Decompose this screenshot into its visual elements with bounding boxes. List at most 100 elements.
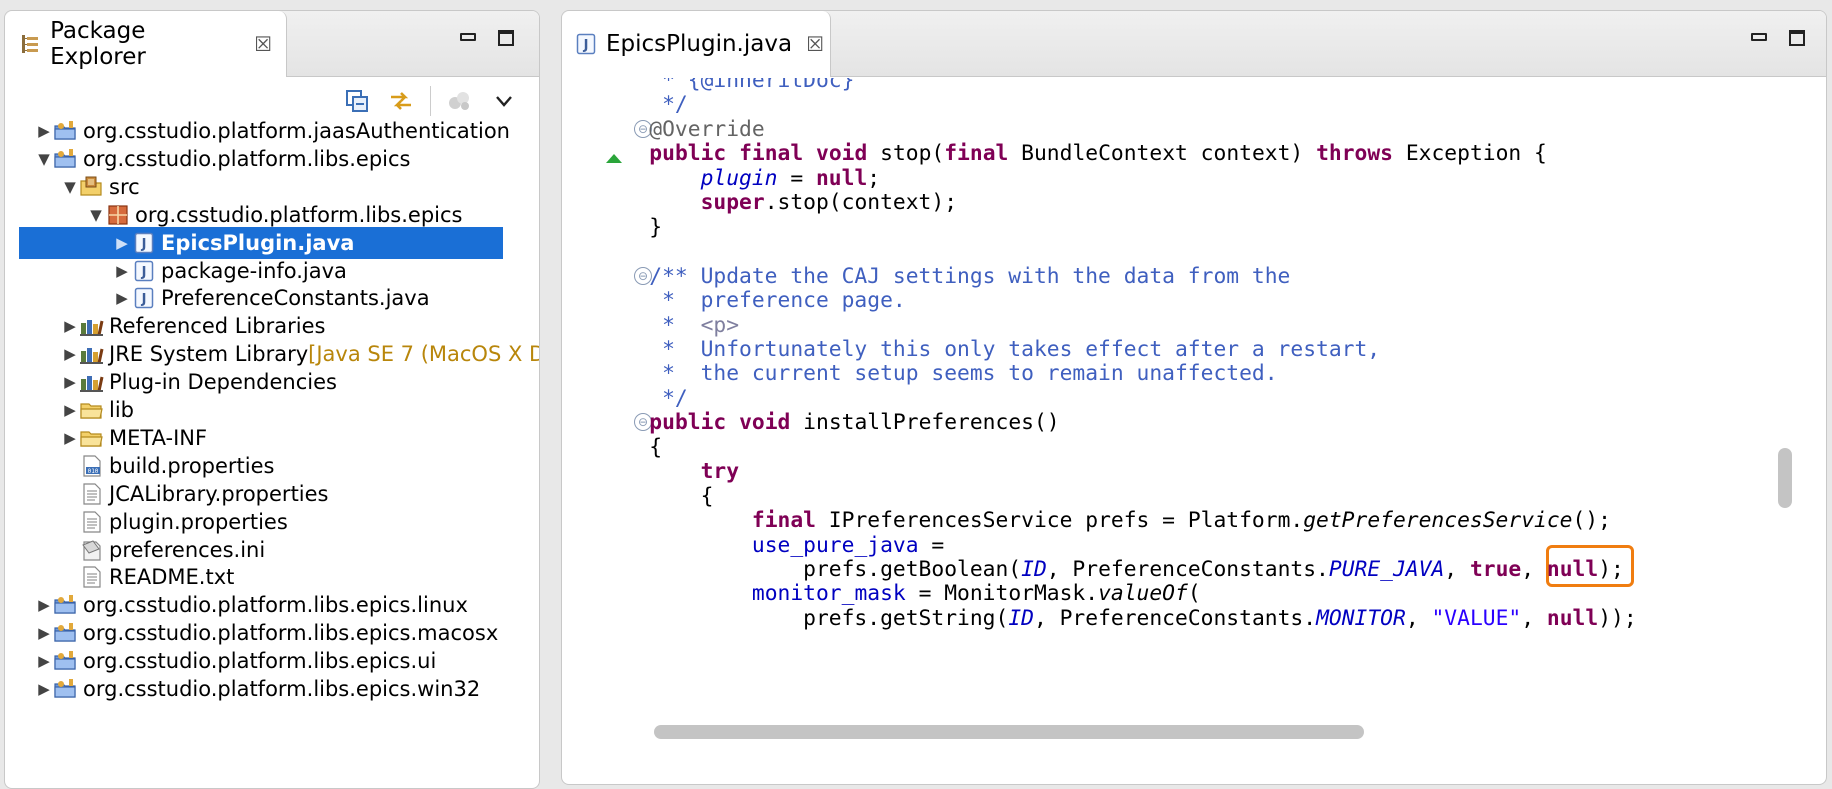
text-file-icon — [79, 510, 105, 534]
expand-arrow-icon[interactable]: ▶ — [35, 652, 53, 670]
svg-text:J: J — [141, 265, 147, 280]
code-token: Exception { — [1393, 141, 1547, 167]
code-token: * Unfortunately this only takes effect a… — [598, 336, 1381, 362]
tree-item-label: package-info.java — [161, 258, 347, 283]
code-token: /** Update the CAJ settings with the dat… — [598, 263, 1291, 289]
tree-item-label: org.csstudio.platform.libs.epics.ui — [83, 649, 437, 674]
code-token: , — [1444, 557, 1470, 582]
focus-active-task-icon[interactable] — [445, 86, 475, 116]
code-token: , PreferenceConstants. — [1046, 557, 1329, 582]
tree-item-label: EpicsPlugin.java — [161, 230, 355, 255]
expand-arrow-icon[interactable]: ▶ — [35, 122, 53, 140]
minimize-icon[interactable] — [457, 27, 479, 49]
tree-item-label: lib — [109, 398, 134, 422]
code-token: null — [1546, 557, 1599, 582]
expand-arrow-icon[interactable]: ▶ — [61, 401, 79, 419]
code-token: void — [739, 410, 791, 436]
expand-arrow-icon[interactable]: ▶ — [113, 262, 131, 280]
explorer-window-controls — [457, 27, 517, 49]
code-token: throws — [1316, 141, 1394, 167]
plugin-project-icon — [53, 649, 79, 673]
code-token: = — [777, 165, 816, 191]
tree-item-label: JRE System Library — [109, 342, 309, 367]
code-token: null — [1546, 605, 1599, 631]
tree-item-label: META-INF — [109, 425, 208, 450]
explorer-header: Package Explorer ☒ — [5, 11, 539, 77]
code-token: } — [598, 214, 663, 240]
maximize-icon[interactable] — [1786, 27, 1808, 49]
java-file-icon: J — [131, 259, 157, 283]
code-token: try — [700, 459, 740, 485]
expand-arrow-icon[interactable]: ▶ — [61, 345, 79, 363]
tree-item-label: Plug-in Dependencies — [109, 370, 337, 395]
svg-text:J: J — [141, 292, 147, 307]
close-icon[interactable]: ☒ — [254, 32, 272, 56]
expand-arrow-icon[interactable]: ▶ — [61, 317, 79, 335]
code-token: getPreferencesService — [1303, 508, 1573, 534]
vertical-scrollbar[interactable] — [1778, 448, 1792, 508]
expand-arrow-icon[interactable]: ▶ — [61, 429, 79, 447]
collapse-all-icon[interactable] — [342, 86, 372, 116]
maximize-icon[interactable] — [495, 27, 517, 49]
code-token: , — [1521, 605, 1547, 631]
expand-arrow-icon[interactable]: ▶ — [35, 624, 53, 642]
collapse-arrow-icon[interactable]: ▼ — [61, 178, 79, 196]
tree-item[interactable]: ▶ org.csstudio.platform.libs.epics.win32 — [5, 673, 539, 705]
collapse-arrow-icon[interactable]: ▼ — [35, 150, 53, 168]
code-token: MONITOR — [1316, 605, 1406, 631]
java-file-icon: J — [576, 33, 596, 55]
tree-item-label: org.csstudio.platform.libs.epics.linux — [83, 593, 468, 618]
code-token: super — [700, 190, 765, 216]
tree-item-label: JCALibrary.properties — [109, 481, 329, 506]
horizontal-scrollbar[interactable] — [654, 725, 1364, 739]
tab-label: EpicsPlugin.java — [606, 31, 793, 57]
expand-arrow-icon[interactable]: ▶ — [35, 596, 53, 614]
code-token: monitor_mask — [751, 581, 906, 607]
library-icon — [79, 314, 105, 338]
code-token: * preference page. — [598, 288, 906, 314]
editor-window-controls — [1748, 27, 1808, 49]
link-with-editor-icon[interactable] — [386, 86, 416, 116]
code-token: plugin — [700, 165, 778, 191]
tree-item-label: PreferenceConstants.java — [161, 286, 430, 311]
package-icon — [105, 203, 131, 227]
expand-arrow-icon[interactable]: ▶ — [35, 680, 53, 698]
code-token: * the current setup seems to remain unaf… — [598, 361, 1278, 387]
tree-item-label: org.csstudio.platform.libs.epics.win32 — [83, 677, 481, 701]
library-icon — [79, 342, 105, 366]
code-token: use_pure_java — [751, 532, 919, 558]
minimize-icon[interactable] — [1748, 27, 1770, 49]
code-token: @Override — [598, 116, 765, 142]
code-line: public void installPreferences() — [598, 409, 1059, 437]
java-editor-view: J EpicsPlugin.java ☒ ⊖ ⊖ ⊖ * {@inheritDo… — [561, 10, 1827, 785]
svg-text:J: J — [583, 38, 589, 53]
code-token: prefs.getBoolean( — [598, 557, 1022, 582]
code-token: = — [918, 532, 945, 558]
code-token: valueOf — [1098, 581, 1188, 607]
close-icon[interactable]: ☒ — [806, 32, 824, 56]
view-menu-chevron-down-icon[interactable] — [489, 86, 519, 116]
expand-arrow-icon[interactable]: ▶ — [61, 373, 79, 391]
expand-arrow-icon[interactable]: ▶ — [113, 289, 131, 307]
code-token: final — [751, 508, 816, 534]
code-token: ( — [1187, 581, 1201, 607]
tab-epicsplugin-java[interactable]: J EpicsPlugin.java ☒ — [562, 11, 831, 77]
plugin-project-icon — [53, 621, 79, 645]
collapse-arrow-icon[interactable]: ▼ — [87, 206, 105, 224]
code-line: prefs.getString(ID, PreferenceConstants.… — [598, 605, 1637, 633]
editor-header: J EpicsPlugin.java ☒ — [562, 11, 1826, 77]
expand-arrow-icon[interactable]: ▶ — [113, 234, 131, 252]
tab-package-explorer[interactable]: Package Explorer ☒ — [5, 11, 287, 77]
package-explorer-view: Package Explorer ☒ ▶ org.csstudio.platfor… — [4, 10, 540, 789]
code-token: public — [649, 410, 727, 436]
code-editor[interactable]: ⊖ ⊖ ⊖ * {@inheritDoc} */ @Override publi… — [584, 78, 1804, 749]
